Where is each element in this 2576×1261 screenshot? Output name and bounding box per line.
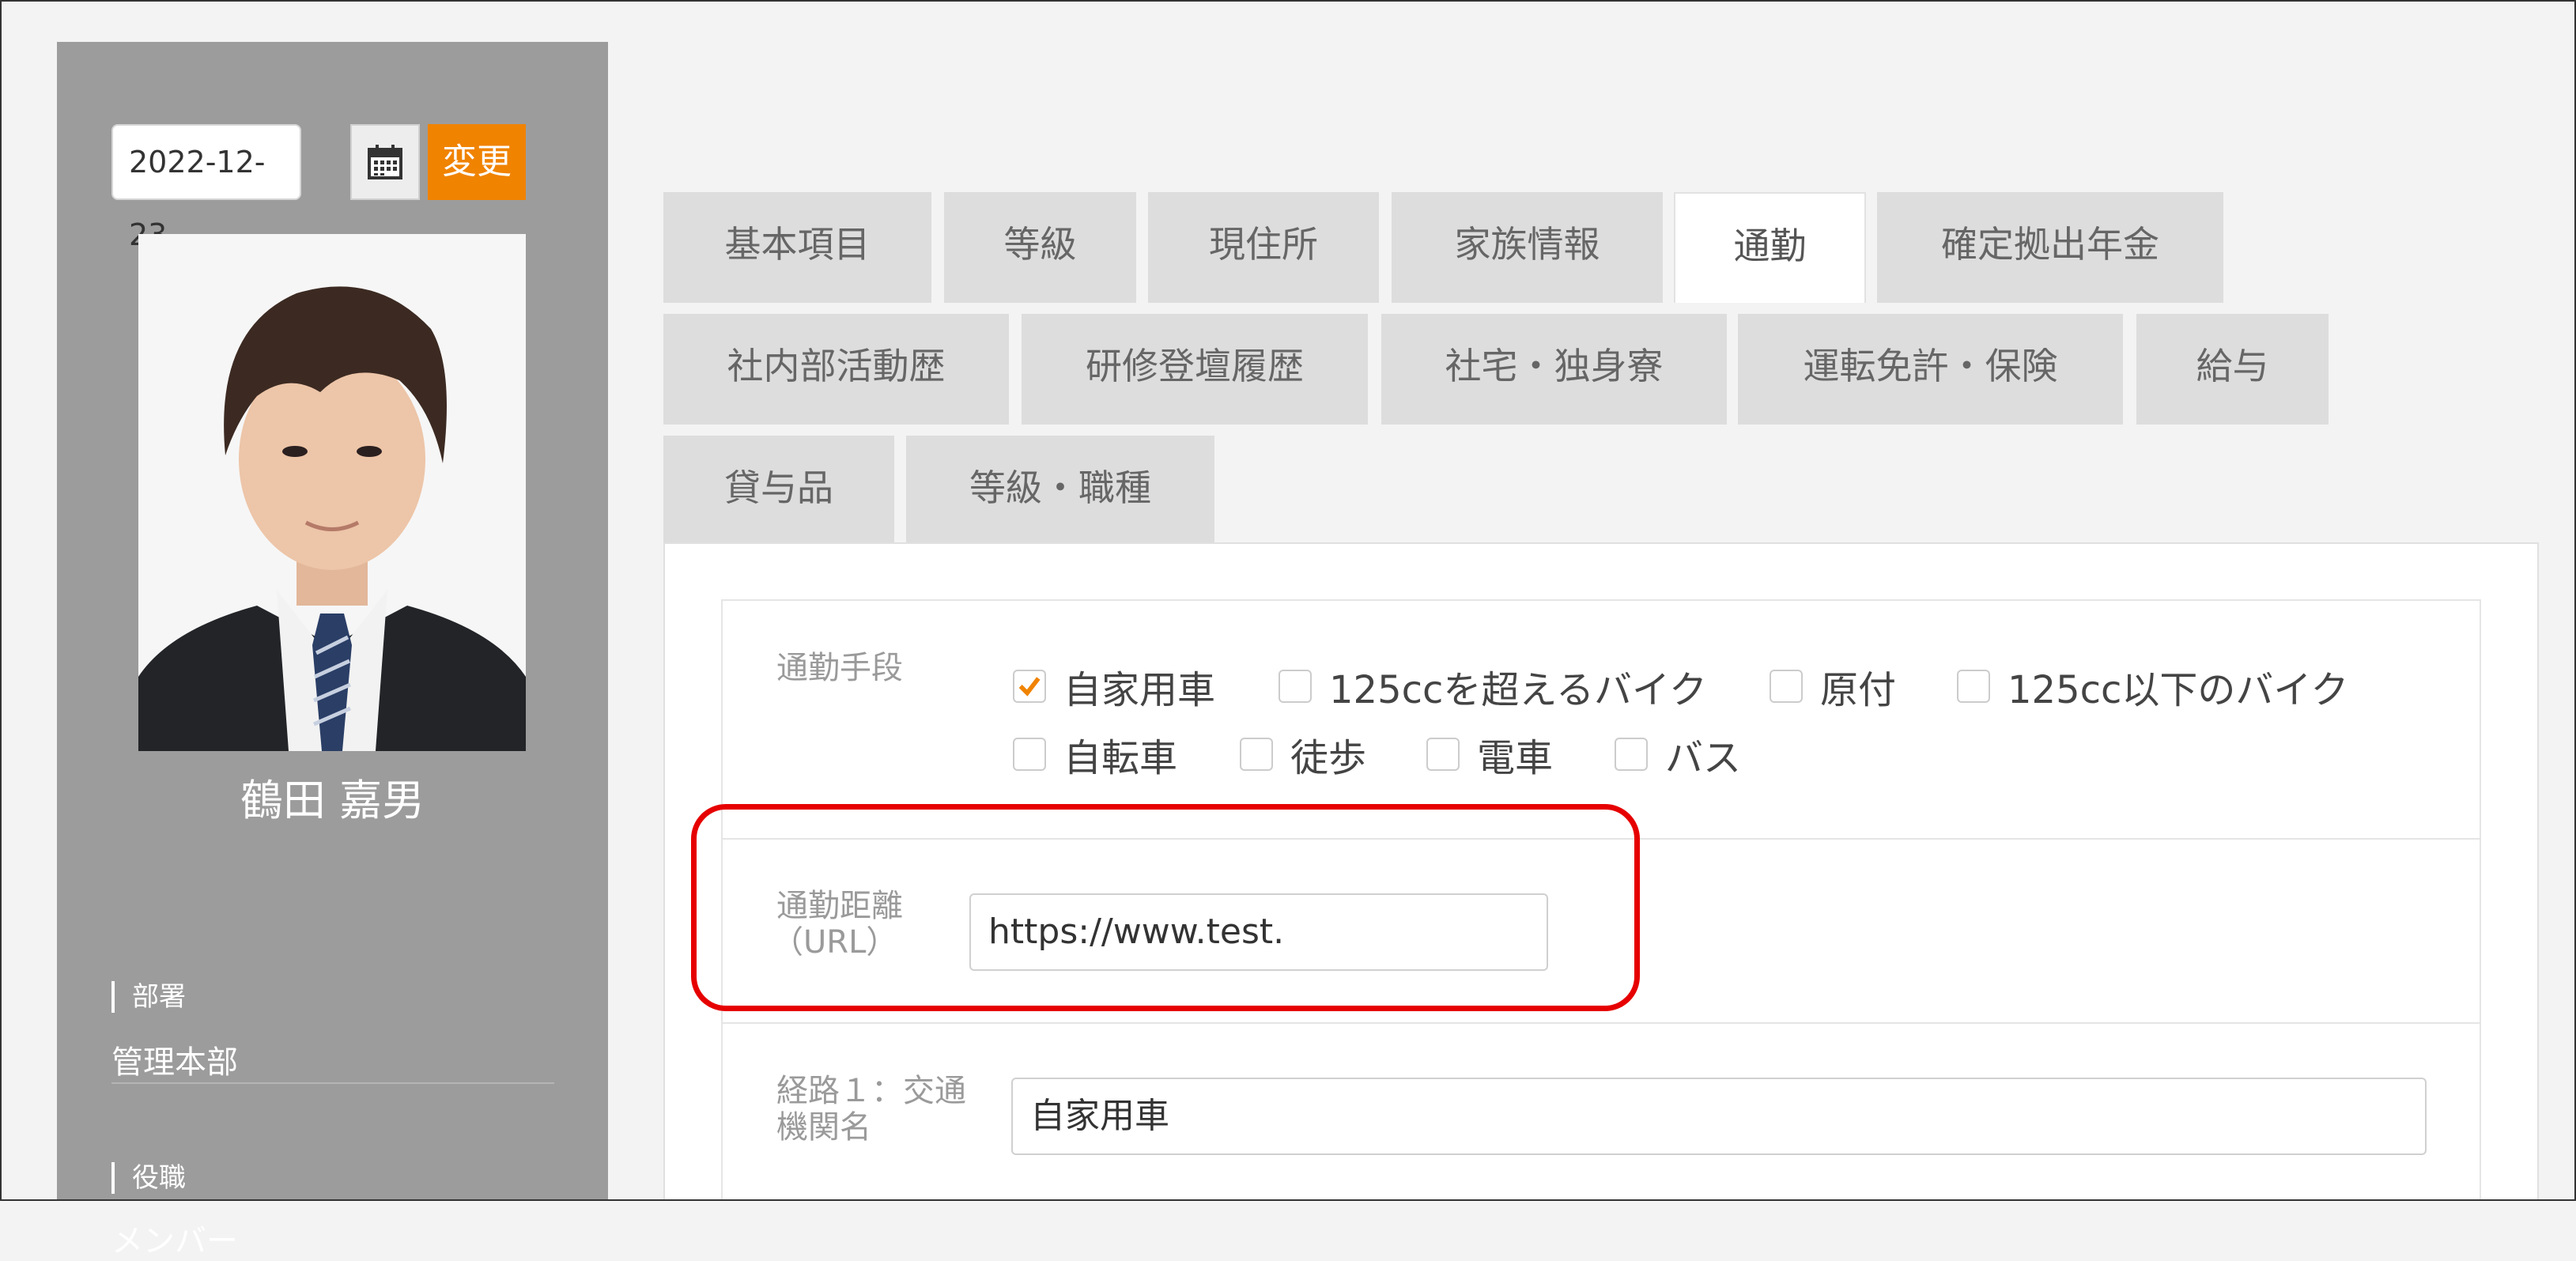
tab-salary[interactable]: 給与 [2136, 314, 2329, 425]
checkbox-walk[interactable]: 徒歩 [1240, 727, 1366, 782]
checkbox-bike-over-125cc[interactable]: 125ccを超えるバイク [1279, 659, 1707, 714]
route-1-label: 経路１：交通 [776, 1073, 966, 1109]
profile-sidebar: 2022-12-23 変更 [57, 42, 608, 1259]
tab-current-address[interactable]: 現住所 [1148, 192, 1379, 303]
checkbox-moped[interactable]: 原付 [1770, 659, 1896, 714]
checkbox-train[interactable]: 電車 [1426, 727, 1553, 782]
checkbox-box[interactable] [1013, 670, 1046, 703]
checkbox-box[interactable] [1770, 670, 1803, 703]
checkbox-box[interactable] [1426, 738, 1460, 771]
checkbox-box[interactable] [1615, 738, 1648, 771]
calendar-icon [368, 145, 402, 179]
checkbox-box[interactable] [1957, 670, 1990, 703]
row-divider [721, 1022, 2481, 1024]
checkbox-label: 徒歩 [1290, 736, 1367, 780]
highlight-annotation [691, 804, 1640, 1011]
date-input[interactable]: 2022-12-23 [111, 124, 301, 252]
checkbox-box[interactable] [1279, 670, 1312, 703]
checkbox-label: 125cc以下のバイク [2008, 668, 2349, 712]
tab-grade-job-type[interactable]: 等級・職種 [906, 436, 1214, 546]
position-label: 役職 [111, 1162, 186, 1194]
position-value: メンバー [111, 1223, 238, 1259]
checkbox-private-car[interactable]: 自家用車 [1013, 659, 1215, 714]
tab-family-info[interactable]: 家族情報 [1392, 192, 1663, 303]
tab-training-history[interactable]: 研修登壇履歴 [1022, 314, 1368, 425]
tab-club-activity-history[interactable]: 社内部活動歴 [663, 314, 1009, 425]
sidebar-divider [111, 1082, 554, 1084]
checkbox-label: 自家用車 [1063, 668, 1216, 712]
commute-method-label: 通勤手段 [776, 650, 903, 686]
tab-license-insurance[interactable]: 運転免許・保険 [1738, 314, 2123, 425]
tab-basic-items[interactable]: 基本項目 [663, 192, 931, 303]
checkbox-label: 原付 [1820, 668, 1897, 712]
employee-name: 鶴田 嘉男 [240, 776, 425, 825]
checkbox-box[interactable] [1240, 738, 1273, 771]
checkbox-bike-125cc-or-less[interactable]: 125cc以下のバイク [1957, 659, 2348, 714]
checkbox-label: バス [1665, 736, 1742, 780]
tab-company-housing[interactable]: 社宅・独身寮 [1381, 314, 1727, 425]
route-1-label-line-2: 機関名 [776, 1109, 871, 1146]
checkbox-bus[interactable]: バス [1615, 727, 1741, 782]
route-1-transport-input[interactable]: 自家用車 [1011, 1078, 2427, 1155]
tab-grade[interactable]: 等級 [944, 192, 1136, 303]
checkbox-box[interactable] [1013, 738, 1046, 771]
profile-photo [138, 234, 526, 751]
calendar-button[interactable] [350, 124, 420, 200]
tab-loaned-items[interactable]: 貸与品 [663, 436, 894, 546]
checkbox-bicycle[interactable]: 自転車 [1013, 727, 1177, 782]
tab-defined-contribution-pension[interactable]: 確定拠出年金 [1877, 192, 2223, 303]
tab-commute[interactable]: 通勤 [1674, 192, 1866, 303]
checkmark-icon [1018, 677, 1041, 697]
checkbox-label: 電車 [1477, 736, 1554, 780]
checkbox-label: 自転車 [1063, 736, 1178, 780]
department-label: 部署 [111, 981, 186, 1013]
checkbox-label: 125ccを超えるバイク [1329, 668, 1707, 712]
change-button[interactable]: 変更 [428, 124, 526, 200]
department-value: 管理本部 [111, 1044, 238, 1081]
